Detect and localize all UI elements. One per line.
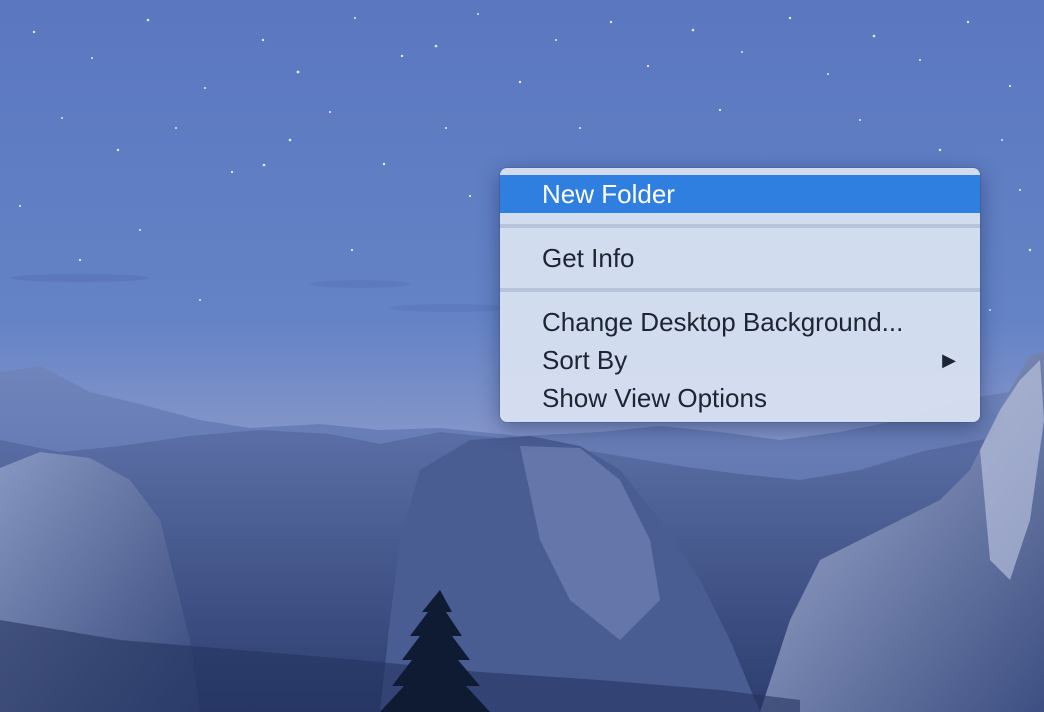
menu-item-label: Show View Options	[542, 383, 767, 413]
menu-item-change-desktop-background[interactable]: Change Desktop Background...	[500, 303, 980, 341]
menu-separator	[500, 224, 980, 228]
menu-item-show-view-options[interactable]: Show View Options	[500, 379, 980, 417]
menu-item-label: Get Info	[542, 243, 635, 273]
menu-item-sort-by[interactable]: Sort By ▶	[500, 341, 980, 379]
menu-item-label: Change Desktop Background...	[542, 307, 904, 337]
menu-item-label: Sort By	[542, 345, 628, 375]
menu-item-get-info[interactable]: Get Info	[500, 239, 980, 277]
menu-item-new-folder[interactable]: New Folder	[500, 175, 980, 213]
desktop[interactable]: New Folder Get Info Change Desktop Backg…	[0, 0, 1044, 712]
desktop-context-menu: New Folder Get Info Change Desktop Backg…	[500, 168, 980, 422]
triangle-right-icon: ▶	[942, 350, 956, 370]
menu-item-label: New Folder	[542, 179, 675, 209]
menu-separator	[500, 288, 980, 292]
